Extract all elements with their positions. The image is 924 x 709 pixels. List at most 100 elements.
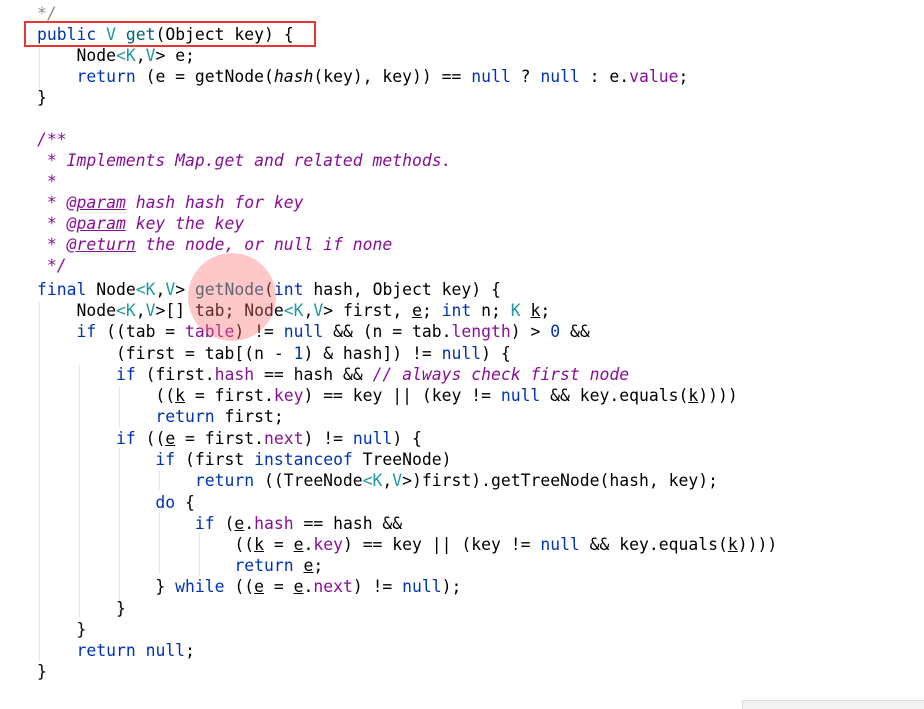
- type-param-token: V: [392, 471, 403, 490]
- code-token: ?: [510, 67, 541, 86]
- code-line[interactable]: }: [37, 661, 47, 682]
- type-param-token: V: [313, 301, 324, 320]
- code-line[interactable]: */: [37, 255, 67, 276]
- type-param-token: V: [145, 46, 156, 65]
- doc-comment-token: *: [37, 193, 67, 212]
- keyword-token: null: [283, 322, 324, 341]
- field-token: key: [313, 535, 343, 554]
- code-token: TreeNode): [352, 450, 452, 469]
- keyword-token: if: [155, 450, 176, 469]
- code-token: (first = tab[(n -: [37, 344, 294, 363]
- code-token: ) == key || (key !=: [303, 386, 501, 405]
- reassigned-var-token: e: [165, 429, 176, 448]
- field-token: next: [313, 577, 353, 596]
- type-param-token: <: [115, 301, 126, 320]
- code-line[interactable]: (first = tab[(n - 1) & hash]) != null) {: [37, 343, 511, 364]
- code-token: Node: [37, 301, 116, 320]
- code-line[interactable]: * Implements Map.get and related methods…: [37, 150, 452, 171]
- code-line[interactable]: return first;: [37, 406, 283, 427]
- reassigned-var-token: k: [254, 535, 264, 554]
- type-param-token: V: [145, 301, 156, 320]
- code-line[interactable]: Node<K,V>[] tab; Node<K,V> first, e; int…: [37, 300, 550, 321]
- doc-comment-token: key the key: [125, 214, 245, 233]
- code-line[interactable]: }: [37, 619, 86, 640]
- code-line[interactable]: if ((e = first.next) != null) {: [37, 428, 422, 449]
- code-token: ;: [421, 301, 442, 320]
- type-param-token: <: [362, 471, 373, 490]
- code-token: ;: [540, 301, 551, 320]
- type-param-token: <: [283, 301, 294, 320]
- code-line[interactable]: return e;: [37, 555, 323, 576]
- doc-comment-token: hash hash for key: [125, 193, 304, 212]
- keyword-token: return: [155, 407, 215, 426]
- number-token: 0: [550, 322, 561, 341]
- code-token: (e = getNode(: [135, 67, 274, 86]
- code-line[interactable]: }: [37, 598, 126, 619]
- code-token: ,: [155, 280, 166, 299]
- keyword-token: null: [441, 344, 482, 363]
- code-line[interactable]: if (first.hash == hash && // always chec…: [37, 364, 629, 385]
- code-token: .: [303, 577, 314, 596]
- reassigned-var-token: e: [303, 556, 314, 575]
- code-line[interactable]: * @param hash hash for key: [37, 192, 304, 213]
- keyword-token: return: [234, 556, 294, 575]
- code-token: ) {: [392, 429, 422, 448]
- reassigned-var-token: k: [530, 301, 541, 320]
- code-token: ;: [678, 67, 689, 86]
- code-token: )))): [737, 535, 778, 554]
- field-token: next: [264, 429, 304, 448]
- code-line[interactable]: if (e.hash == hash &&: [37, 513, 402, 534]
- code-line[interactable]: *: [37, 171, 57, 192]
- code-line[interactable]: return null;: [37, 640, 194, 661]
- code-line[interactable]: return (e = getNode(hash(key), key)) == …: [37, 66, 688, 87]
- reassigned-var-token: e: [293, 577, 304, 596]
- code-line[interactable]: /**: [37, 129, 67, 150]
- code-token: (key), key)) ==: [313, 67, 472, 86]
- code-token: hash, Object key) {: [303, 280, 501, 299]
- reassigned-var-token: e: [412, 301, 422, 320]
- code-token: ) & hash]) !=: [303, 344, 442, 363]
- code-line[interactable]: * @return the node, or null if none: [37, 234, 392, 255]
- code-line[interactable]: if (first instanceof TreeNode): [37, 449, 452, 470]
- code-editor[interactable]: */ public V get(Object key) { Node<K,V> …: [0, 0, 924, 708]
- code-token: }: [37, 577, 176, 596]
- keyword-token: return: [76, 67, 136, 86]
- code-line[interactable]: do {: [37, 492, 195, 513]
- code-token: && key.equals(: [579, 535, 728, 554]
- reassigned-var-token: k: [727, 535, 738, 554]
- keyword-token: null: [540, 535, 580, 554]
- keyword-token: if: [115, 365, 136, 384]
- code-line[interactable]: } while ((e = e.next) != null);: [37, 576, 461, 597]
- code-line[interactable]: Node<K,V> e;: [37, 45, 194, 66]
- code-token: &&: [560, 322, 590, 341]
- code-token: ((: [37, 386, 176, 405]
- code-token: && (n = tab.: [323, 322, 452, 341]
- code-token: ) == key || (key !=: [342, 535, 541, 554]
- code-token: ((: [224, 577, 255, 596]
- code-token: == hash &&: [293, 514, 403, 533]
- keyword-token: while: [175, 577, 225, 596]
- type-param-token: K: [145, 280, 156, 299]
- keyword-token: return: [76, 641, 136, 660]
- code-line[interactable]: return ((TreeNode<K,V>)first).getTreeNod…: [37, 470, 718, 491]
- keyword-token: int: [441, 301, 472, 320]
- field-token: value: [629, 67, 679, 86]
- code-token: }: [37, 662, 47, 681]
- code-line[interactable]: if ((tab = table) != null && (n = tab.le…: [37, 321, 590, 342]
- code-token: n;: [471, 301, 511, 320]
- line-comment-token: // always check first node: [372, 365, 630, 384]
- code-line[interactable]: * @param key the key: [37, 213, 244, 234]
- code-line[interactable]: ((k = first.key) == key || (key != null …: [37, 385, 737, 406]
- code-line[interactable]: ((k = e.key) == key || (key != null && k…: [37, 534, 777, 555]
- code-token: ,: [135, 46, 146, 65]
- code-line[interactable]: }: [37, 87, 47, 108]
